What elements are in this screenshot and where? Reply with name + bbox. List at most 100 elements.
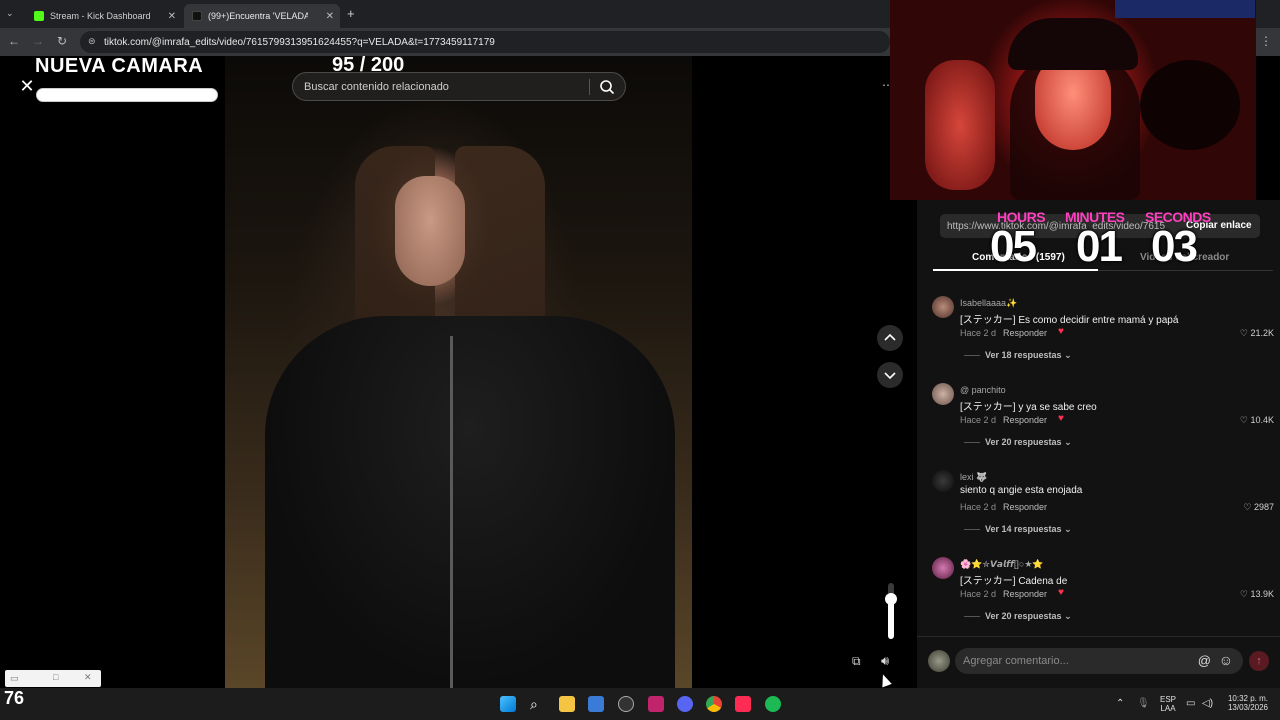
window-icon: ▭	[10, 673, 19, 683]
file-explorer-icon[interactable]	[559, 696, 575, 712]
tab-kick-dashboard[interactable]: Stream - Kick Dashboard ✕	[26, 4, 182, 28]
obs-icon[interactable]	[618, 696, 634, 712]
next-video-button[interactable]	[877, 362, 903, 388]
creator-liked-icon: ♥	[1058, 413, 1064, 424]
mention-icon[interactable]: @	[1198, 653, 1211, 668]
reply-button[interactable]: Responder	[1003, 589, 1047, 599]
replies-divider	[964, 442, 980, 443]
timer-seconds-value: 03	[1151, 222, 1198, 271]
view-replies-label: Ver 18 respuestas	[985, 350, 1062, 360]
share-link-text: https://www.tiktok.com/@imrafa_edits/vid…	[947, 220, 1166, 232]
webcam-background-monitor	[1115, 0, 1255, 18]
send-comment-button[interactable]: ↑	[1249, 651, 1269, 671]
close-icon[interactable]: ✕	[84, 672, 92, 683]
store-icon[interactable]	[588, 696, 604, 712]
site-info-icon[interactable]: ⊜	[88, 36, 96, 47]
view-replies-button[interactable]: Ver 20 respuestas ⌄	[985, 437, 1072, 448]
creator-liked-icon: ♥	[1058, 326, 1064, 337]
network-icon[interactable]: ▭	[1186, 698, 1195, 709]
reload-icon[interactable]: ↻	[54, 34, 70, 48]
volume-slider[interactable]	[885, 583, 897, 639]
pip-icon[interactable]: ⧉	[852, 654, 861, 669]
tab-tiktok[interactable]: (99+)Encuentra 'VELADA' en ✕	[184, 4, 340, 28]
webcam-hand	[925, 60, 995, 190]
replies-divider	[964, 355, 980, 356]
search-icon[interactable]	[599, 79, 615, 95]
chevron-down-icon: ⌄	[1064, 524, 1072, 534]
avatar	[928, 650, 950, 672]
comment-username[interactable]: 🌸⭐✮𝙑𝙖𝙡𝙛𝙛[]○★⭐	[960, 559, 1044, 570]
volume-knob[interactable]	[885, 592, 897, 605]
back-arrow-icon[interactable]: ←	[6, 34, 22, 48]
close-tab-icon[interactable]: ✕	[326, 11, 334, 22]
tab-list-chevron-icon[interactable]: ⌄	[6, 8, 14, 19]
volume-icon[interactable]: 🔊︎	[881, 653, 889, 669]
comment-likes[interactable]: ♡ 2987	[1243, 502, 1274, 513]
comment-item: 🌸⭐✮𝙑𝙖𝙡𝙛𝙛[]○★⭐ [ステッカー] Cadena de Hace 2 d…	[932, 557, 1274, 635]
comment-item: Isabellaaaa✨ [ステッカー] Es como decidir ent…	[932, 296, 1274, 374]
like-count: 2987	[1253, 502, 1274, 512]
comment-likes[interactable]: ♡ 13.9K	[1240, 589, 1274, 600]
system-clock[interactable]: 10:32 p. m. 13/03/2026	[1222, 694, 1274, 712]
language-layout: LAA	[1160, 704, 1176, 713]
reply-button[interactable]: Responder	[1003, 415, 1047, 425]
view-replies-button[interactable]: Ver 20 respuestas ⌄	[985, 611, 1072, 622]
creator-liked-icon: ♥	[1058, 587, 1064, 598]
heart-icon: ♡	[1243, 502, 1254, 512]
like-count: 21.2K	[1250, 328, 1274, 338]
streamlabs-icon[interactable]	[648, 696, 664, 712]
chevron-down-icon: ⌄	[1064, 611, 1072, 621]
video-viewer	[0, 56, 917, 688]
reply-button[interactable]: Responder	[1003, 328, 1047, 338]
maximize-icon[interactable]: □	[53, 672, 58, 682]
url-text: tiktok.com/@imrafa_edits/video/761579931…	[104, 36, 495, 48]
close-tab-icon[interactable]: ✕	[168, 11, 176, 22]
language-indicator[interactable]: ESP LAA	[1158, 695, 1178, 713]
tiktok-icon[interactable]	[735, 696, 751, 712]
reply-button[interactable]: Responder	[1003, 502, 1047, 512]
related-search-input[interactable]: Buscar contenido relacionado	[292, 72, 626, 101]
url-field[interactable]: ⊜ tiktok.com/@imrafa_edits/video/7615799…	[80, 31, 890, 53]
comment-text: [ステッカー] Cadena de	[960, 576, 1068, 587]
view-replies-label: Ver 20 respuestas	[985, 611, 1062, 621]
arrow-up-icon: ↑	[1256, 655, 1262, 667]
comment-username[interactable]: lexi 🐺	[960, 472, 987, 483]
new-tab-button[interactable]: +	[347, 6, 355, 21]
speaker-icon[interactable]: ◁)	[1202, 698, 1213, 709]
kick-favicon-icon	[34, 11, 44, 21]
comment-username[interactable]: @ panchito	[960, 385, 1006, 395]
previous-video-button[interactable]	[877, 325, 903, 351]
comment-likes[interactable]: ♡ 21.2K	[1240, 328, 1274, 339]
tray-chevron-icon[interactable]: ⌃	[1116, 698, 1124, 709]
comment-time: Hace 2 d	[960, 415, 997, 425]
browser-menu-icon[interactable]: ⋮	[1258, 34, 1274, 48]
add-comment-input[interactable]: Agregar comentario... @ ☺	[955, 648, 1243, 674]
microphone-icon[interactable]: 🎙︎	[1137, 698, 1150, 709]
comment-item: @ panchito [ステッカー] y ya se sabe creo Hac…	[932, 383, 1274, 461]
avatar[interactable]	[932, 296, 954, 318]
heart-icon: ♡	[1239, 328, 1251, 338]
webcam-beanie	[1008, 18, 1138, 70]
avatar[interactable]	[932, 557, 954, 579]
windows-start-icon[interactable]	[500, 696, 516, 712]
minimized-window-thumbnail[interactable]: ▭ □ ✕	[5, 670, 101, 687]
emoji-icon[interactable]: ☺	[1219, 652, 1233, 668]
video-frame[interactable]	[225, 56, 692, 688]
comment-username[interactable]: Isabellaaaa✨	[960, 298, 1017, 309]
discord-icon[interactable]	[677, 696, 693, 712]
avatar[interactable]	[932, 383, 954, 405]
spotify-icon[interactable]	[765, 696, 781, 712]
search-icon[interactable]: ⌕	[530, 696, 546, 712]
add-comment-placeholder: Agregar comentario...	[963, 655, 1069, 667]
clock-date: 13/03/2026	[1227, 703, 1269, 712]
view-replies-button[interactable]: Ver 18 respuestas ⌄	[985, 350, 1072, 361]
chevron-down-icon: ⌄	[1064, 350, 1072, 360]
comment-likes[interactable]: ♡ 10.4K	[1240, 415, 1274, 426]
forward-arrow-icon[interactable]: →	[30, 34, 46, 48]
search-divider	[589, 79, 590, 95]
view-replies-button[interactable]: Ver 14 respuestas ⌄	[985, 524, 1072, 535]
chrome-icon[interactable]	[706, 696, 722, 712]
avatar[interactable]	[932, 470, 954, 492]
chevron-down-icon	[884, 372, 896, 380]
video-subject-shirt	[265, 316, 675, 688]
